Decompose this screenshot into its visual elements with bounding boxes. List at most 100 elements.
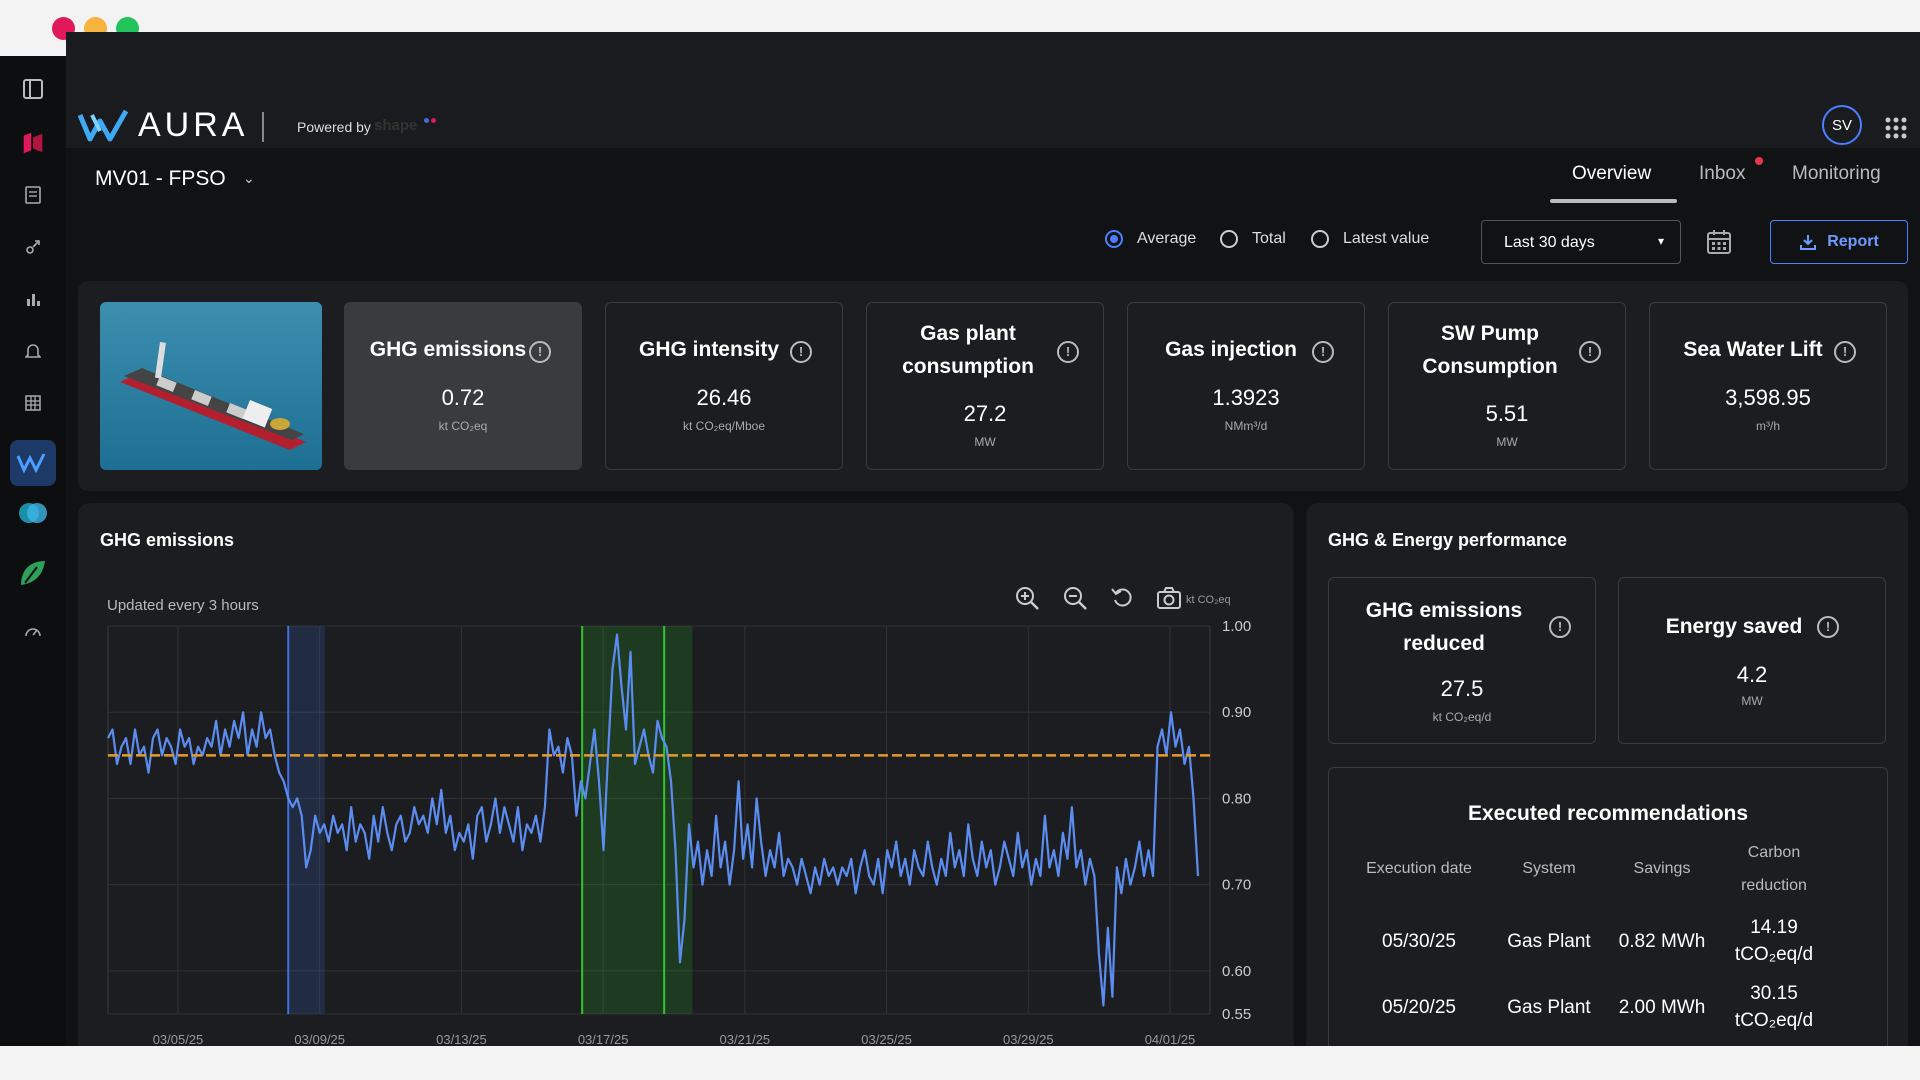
x-tick-label: 03/25/25 <box>861 1032 912 1047</box>
kpi-card[interactable]: Gas plant consumption! 27.2 MW <box>866 302 1104 470</box>
kpi-unit: NMm³/d <box>1224 419 1268 433</box>
row-2-savings: 2.00 MWh <box>1618 997 1706 1018</box>
kpi-title: SW Pump Consumption <box>1422 322 1558 378</box>
row-1-savings: 0.82 MWh <box>1618 931 1706 952</box>
radio-average-control[interactable] <box>1105 230 1123 248</box>
tab-monitoring[interactable]: Monitoring <box>1792 163 1881 185</box>
kpi-value: 26.46 <box>696 385 752 410</box>
zoom-out-icon[interactable] <box>1061 584 1089 612</box>
info-icon[interactable]: ! <box>1834 341 1856 363</box>
header-carbon-reduction: Carbon reduction <box>1741 844 1807 894</box>
radio-latest-value-control[interactable] <box>1311 230 1329 248</box>
y-tick-label: 0.55 <box>1222 1006 1251 1023</box>
info-icon[interactable]: ! <box>1057 341 1079 363</box>
ghg-reduced-unit: kt CO₂eq/d <box>1432 710 1492 724</box>
radio-total[interactable]: Total <box>1220 230 1286 248</box>
radio-average[interactable]: Average <box>1105 230 1196 248</box>
radio-latest-value-label: Latest value <box>1343 230 1430 247</box>
info-icon[interactable]: ! <box>1817 616 1839 638</box>
kpi-card[interactable]: SW Pump Consumption! 5.51 MW <box>1388 302 1626 470</box>
x-tick-label: 03/05/25 <box>153 1032 204 1047</box>
radio-total-label: Total <box>1252 230 1286 247</box>
radio-total-control[interactable] <box>1220 230 1238 248</box>
kpi-title: Gas plant consumption <box>902 322 1034 378</box>
kpi-value: 0.72 <box>441 385 485 410</box>
leaf-app-icon[interactable] <box>16 556 50 590</box>
documents-icon[interactable] <box>20 182 46 208</box>
row-2-carbon: 30.15 tCO₂eq/d <box>1734 983 1814 1031</box>
tab-inbox[interactable]: Inbox <box>1699 163 1745 185</box>
row-2-system: Gas Plant <box>1507 997 1591 1018</box>
bar-chart-icon[interactable] <box>20 286 46 312</box>
energy-saved-unit: MW <box>1741 694 1763 708</box>
radio-average-label: Average <box>1137 230 1197 247</box>
period-select-value: Last 30 days <box>1504 234 1595 251</box>
period-select[interactable]: Last 30 days ▾ <box>1481 220 1681 264</box>
info-icon[interactable]: ! <box>1579 341 1601 363</box>
powered-by-label: Powered by <box>297 119 371 135</box>
kpi-card[interactable]: GHG intensity! 26.46 kt CO₂eq/Mboe <box>605 302 843 470</box>
zoom-in-icon[interactable] <box>1013 584 1041 612</box>
kpi-value: 1.3923 <box>1212 385 1280 410</box>
reset-zoom-icon[interactable] <box>1109 584 1137 612</box>
info-icon[interactable]: ! <box>1312 341 1334 363</box>
asset-selector[interactable]: MV01 - FPSO <box>95 167 226 191</box>
app-logo-icon[interactable] <box>20 130 46 156</box>
calendar-icon[interactable] <box>1706 228 1732 256</box>
header-system: System <box>1522 860 1576 877</box>
kpi-card[interactable]: Gas injection! 1.3923 NMm³/d <box>1127 302 1365 470</box>
bell-icon[interactable] <box>20 338 46 364</box>
y-tick-label: 1.00 <box>1222 620 1251 635</box>
kpi-title: Sea Water Lift <box>1683 338 1823 361</box>
row-2-date: 05/20/25 <box>1382 997 1456 1018</box>
brand-name: AURA <box>138 106 249 144</box>
ghg-reduced-value: 27.5 <box>1440 676 1484 701</box>
sidebar-toggle-icon[interactable] <box>20 76 46 102</box>
ghg-reduced-card[interactable]: GHG emissions reduced ! 27.5 kt CO₂eq/d <box>1328 577 1596 744</box>
info-icon[interactable]: ! <box>790 341 812 363</box>
kpi-title: Gas injection <box>1165 338 1297 361</box>
radio-latest-value[interactable]: Latest value <box>1311 230 1429 248</box>
kpi-card[interactable]: Sea Water Lift! 3,598.95 m³/h <box>1649 302 1887 470</box>
info-icon[interactable]: ! <box>1549 616 1571 638</box>
camera-icon[interactable] <box>1155 584 1183 612</box>
inbox-notification-dot <box>1755 157 1763 165</box>
aura-logo-icon <box>78 109 129 142</box>
kpi-unit: MW <box>1496 435 1518 449</box>
brand-divider <box>262 112 264 142</box>
kpi-title: GHG emissions <box>369 338 527 361</box>
kpi-card[interactable]: GHG emissions! 0.72 kt CO₂eq <box>344 302 582 470</box>
energy-saved-card[interactable]: Energy saved ! 4.2 MW <box>1618 577 1886 744</box>
tab-overview[interactable]: Overview <box>1572 163 1651 185</box>
sidebar-rail <box>0 56 66 1046</box>
x-tick-label: 04/01/25 <box>1145 1032 1196 1047</box>
info-icon[interactable]: ! <box>529 341 551 363</box>
satellite-icon[interactable] <box>20 234 46 260</box>
report-button[interactable]: Report <box>1770 220 1908 264</box>
y-tick-label: 0.90 <box>1222 704 1251 721</box>
ghg-reduced-title: GHG emissions reduced <box>1365 599 1523 655</box>
kpi-value: 5.51 <box>1485 401 1529 426</box>
aura-app-icon[interactable] <box>10 440 56 486</box>
executed-recommendations: Executed recommendations Execution date … <box>1328 767 1888 1067</box>
gauge-icon[interactable] <box>20 618 46 644</box>
header-savings: Savings <box>1633 860 1691 877</box>
grid-icon[interactable] <box>20 390 46 416</box>
chevron-down-icon[interactable]: ⌄ <box>243 170 255 187</box>
x-tick-label: 03/21/25 <box>720 1032 771 1047</box>
report-button-label: Report <box>1827 233 1879 250</box>
energy-saved-title: Energy saved <box>1665 615 1803 638</box>
row-1-carbon: 14.19 tCO₂eq/d <box>1734 917 1814 965</box>
ocean-app-icon[interactable] <box>16 500 50 526</box>
y-tick-label: 0.70 <box>1222 877 1251 894</box>
header-execution-date: Execution date <box>1366 860 1472 877</box>
user-avatar[interactable]: SV <box>1822 105 1862 145</box>
apps-grid-icon[interactable] <box>1884 116 1908 140</box>
row-1-system: Gas Plant <box>1507 931 1591 952</box>
kpi-unit: m³/h <box>1756 419 1780 433</box>
recommendations-title: Executed recommendations <box>1467 802 1749 825</box>
x-tick-label: 03/17/25 <box>578 1032 629 1047</box>
tab-active-indicator <box>1550 199 1677 203</box>
ghg-emissions-chart[interactable]: 1.00 0.90 0.80 0.70 0.60 0.55 03/05/25 03/09/25… <box>100 620 1280 1050</box>
marker-band <box>288 626 325 1014</box>
